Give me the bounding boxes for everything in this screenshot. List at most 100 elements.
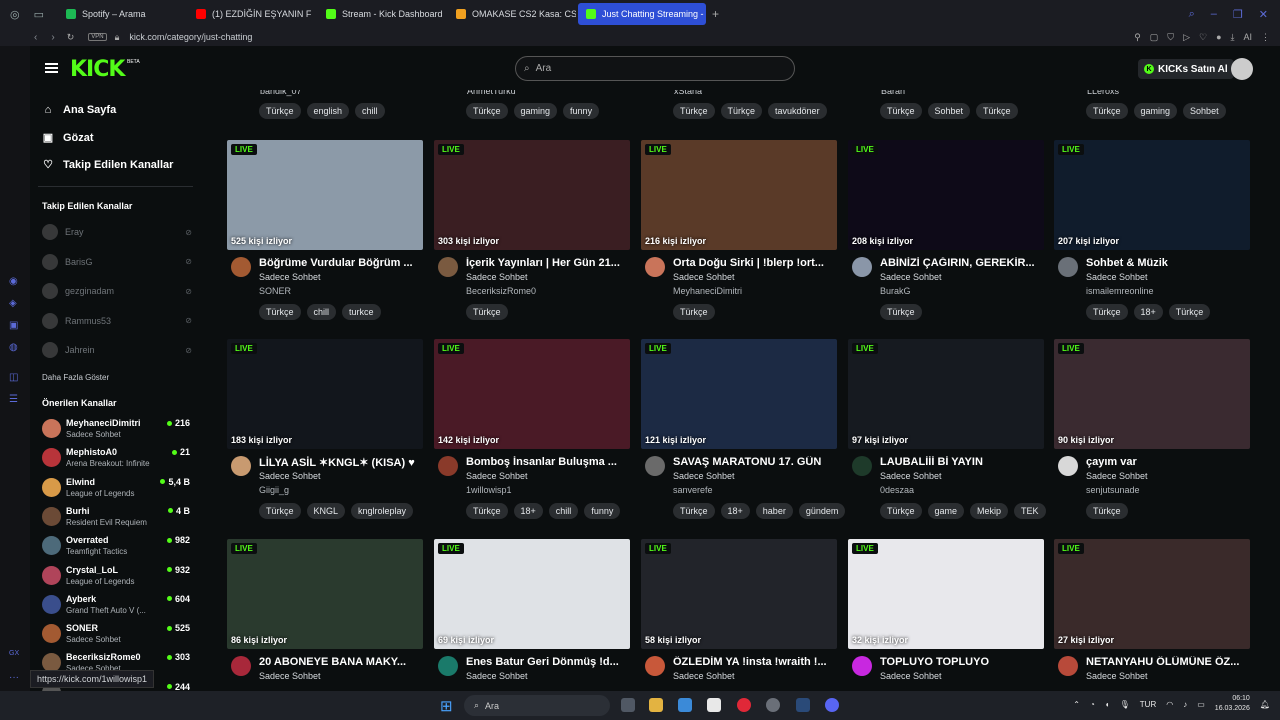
taskbar-search[interactable]: ⌕ Ara [464,695,610,716]
channel-avatar[interactable] [438,456,458,476]
channel-avatar[interactable] [231,656,251,676]
browser-tab[interactable]: (1) EZDİĞİN EŞYANIN F [188,3,316,25]
show-more-link[interactable]: Daha Fazla Göster [42,373,109,382]
stream-thumbnail[interactable]: LIVE 208 kişi izliyor [848,140,1044,250]
tag[interactable]: Türkçe [466,503,508,519]
recommended-channel[interactable]: MeyhaneciDimitri Sadece Sohbet 216 [42,416,190,442]
stream-title[interactable]: NETANYAHU ÖLÜMÜNE ÖZ... [1086,656,1246,668]
stream-category[interactable]: Sadece Sohbet [880,471,942,481]
stream-card[interactable]: LIVE 142 kişi izliyor Bomboş İnsanlar Bulu… [434,339,630,535]
menu-icon[interactable]: ⋮ [1261,32,1270,43]
vpn-badge[interactable]: VPN [88,33,107,41]
tag[interactable]: Türkçe [880,103,922,119]
tag[interactable]: TEK [1014,503,1046,519]
tag[interactable]: Türkçe [673,103,715,119]
tag[interactable]: 18+ [1133,304,1163,320]
tag[interactable]: chill [355,103,385,119]
stream-category[interactable]: Sadece Sohbet [673,671,735,681]
stream-category[interactable]: Sadece Sohbet [1086,671,1148,681]
channel-avatar[interactable] [1058,257,1078,277]
stream-title[interactable]: Enes Batur Geri Dönmüş !d... [466,656,626,668]
stream-category[interactable]: Sadece Sohbet [259,671,321,681]
tag[interactable]: tavukdöner [768,103,827,119]
network-tray-icon[interactable]: ◔ [1090,700,1095,709]
recommended-channel[interactable]: Elwind League of Legends 5,4 B [42,475,190,501]
stream-category[interactable]: Sadece Sohbet [880,671,942,681]
stream-thumbnail[interactable]: LIVE 183 kişi izliyor [227,339,423,449]
sidebar-settings-icon[interactable]: ☰ [9,394,18,405]
channel-name[interactable]: senjutsunade [1086,485,1140,495]
wifi-icon[interactable]: ◠ [1166,700,1173,709]
stream-title[interactable]: ÖZLEDİM YA !insta !wraith !... [673,656,833,668]
battery-icon[interactable]: ▭ [1197,700,1205,709]
tag[interactable]: chill [548,503,579,519]
stream-thumbnail[interactable]: LIVE 121 kişi izliyor [641,339,837,449]
stream-card[interactable]: LIVE 90 kişi izliyor çayım var Sadece Sohbe… [1054,339,1250,535]
channel-avatar[interactable] [852,257,872,277]
tag[interactable]: english [306,103,350,119]
tag[interactable]: Türkçe [259,103,301,119]
tag[interactable]: Türkçe [673,304,715,320]
stream-card[interactable]: LIVE 208 kişi izliyor ABİNİZİ ÇAĞIRIN, GER… [848,140,1044,336]
ai-button[interactable]: AI [1243,32,1252,43]
recommended-channel[interactable]: Ayberk Grand Theft Auto V (... 604 [42,592,190,618]
stream-category[interactable]: Sadece Sohbet [1086,471,1148,481]
stream-title[interactable]: İçerik Yayınları | Her Gün 21... [466,257,626,269]
channel-name[interactable]: ismailemreonline [1086,286,1154,296]
hamburger-menu-icon[interactable] [45,63,58,73]
stream-thumbnail[interactable]: LIVE 216 kişi izliyor [641,140,837,250]
channel-name[interactable]: BeceriksizRome0 [466,286,536,296]
volume-tray-icon[interactable]: ◖ [1105,700,1110,709]
opera-gx-taskbar-icon[interactable] [737,698,751,712]
tag[interactable]: Türkçe [880,503,922,519]
language-indicator[interactable]: TUR [1140,700,1156,709]
stream-card[interactable]: LIVE 207 kişi izliyor Sohbet & Müzik Sadece… [1054,140,1250,336]
stream-thumbnail[interactable]: LIVE 525 kişi izliyor [227,140,423,250]
stream-title[interactable]: ABİNİZİ ÇAĞIRIN, GEREKİR... [880,257,1040,269]
recommended-channel[interactable]: SONER Sadece Sohbet 525 [42,621,190,647]
stream-thumbnail[interactable]: LIVE 97 kişi izliyor [848,339,1044,449]
nav-item-home[interactable]: ⌂ Ana Sayfa [42,104,117,116]
start-windows-icon[interactable]: ⊞ [440,697,453,715]
stream-card[interactable]: LIVE 32 kişi izliyor TOPLUYO TOPLUYO Sadece… [848,539,1044,690]
stream-card[interactable]: LIVE 97 kişi izliyor LAUBALİİİ Bİ YAYIN Sad… [848,339,1046,535]
followed-channel[interactable]: gezginadam ⊘ [42,281,192,301]
tag[interactable]: Türkçe [1086,304,1128,320]
stream-thumbnail[interactable]: LIVE 58 kişi izliyor [641,539,837,649]
stream-thumbnail[interactable]: LIVE 27 kişi izliyor [1054,539,1250,649]
channel-avatar[interactable] [852,656,872,676]
stream-card[interactable]: LIVE 27 kişi izliyor NETANYAHU ÖLÜMÜNE ÖZ.… [1054,539,1250,690]
url-field[interactable]: kick.com/category/just-chatting [129,32,252,42]
sidebar-player-icon[interactable]: ◫ [9,372,18,383]
tag[interactable]: haber [755,503,793,519]
tray-chevron-icon[interactable]: ⌃ [1073,700,1080,709]
tag[interactable]: Türkçe [466,304,508,320]
channel-avatar[interactable] [438,257,458,277]
steam-icon[interactable] [796,698,810,712]
channel-name[interactable]: BurakG [880,286,911,296]
channel-name[interactable]: MeyhaneciDimitri [673,286,742,296]
stream-thumbnail[interactable]: LIVE 207 kişi izliyor [1054,140,1250,250]
workspace-icon[interactable]: ▭ [34,8,44,21]
browser-tab[interactable]: Spotify – Arama [58,3,186,25]
profile-icon[interactable]: ● [1216,32,1221,43]
tag[interactable]: Türkçe [466,103,508,119]
search-tabs-icon[interactable]: ⌕ [1189,8,1195,21]
stream-thumbnail[interactable]: LIVE 86 kişi izliyor [227,539,423,649]
tag[interactable]: funny [563,103,600,119]
recommended-channel[interactable]: Burhi Resident Evil Requiem 4 B [42,504,190,530]
pin-icon[interactable]: ⚲ [1134,32,1141,43]
stream-title[interactable]: Orta Doğu Sirki | !blerp !ort... [673,257,833,269]
channel-avatar[interactable] [1058,456,1078,476]
bookmark-heart-icon[interactable]: ♡ [1199,32,1207,43]
search-input[interactable]: ⌕ Ara [515,56,795,81]
tag[interactable]: gaming [513,103,558,119]
stream-title[interactable]: LAUBALİİİ Bİ YAYIN [880,456,1040,468]
channel-avatar[interactable] [1058,656,1078,676]
stream-title[interactable]: TOPLUYO TOPLUYO [880,656,1040,668]
sidebar-twitch-icon[interactable]: ▣ [9,320,18,331]
stream-category[interactable]: Sadece Sohbet [1086,272,1148,282]
stream-category[interactable]: Sadece Sohbet [880,272,942,282]
tag[interactable]: Türkçe [1086,103,1128,119]
tag[interactable]: KNGL [306,503,346,519]
